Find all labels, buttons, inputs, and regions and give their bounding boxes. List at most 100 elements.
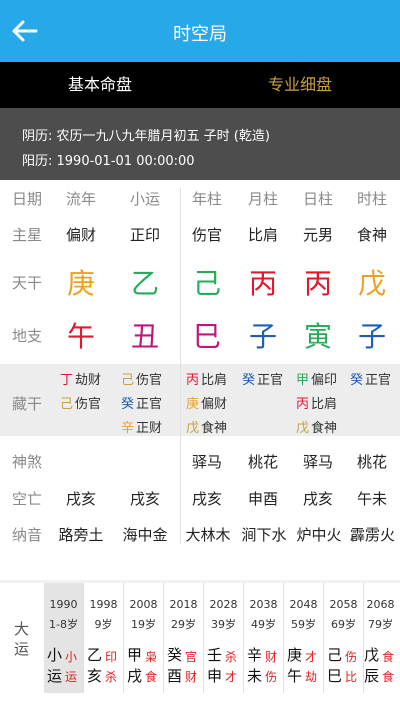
dayun-period-6[interactable]: 2038 49岁 辛未 财伤 xyxy=(244,583,283,693)
nayin-shizhu: 霹雳火 xyxy=(349,526,395,544)
dayun-age: 59岁 xyxy=(291,618,316,631)
dayun-shishen: 杀才 xyxy=(225,650,238,684)
row-label-shensha: 神煞 xyxy=(11,453,42,471)
lunar-date: 阴历: 农历一九八九年腊月初五 子时 (乾造) xyxy=(22,129,270,144)
tiangan-liunian: 庚 xyxy=(66,267,95,300)
dayun-year: 2028 xyxy=(209,598,238,611)
canggan-liunian-1: 丁劫财 xyxy=(60,373,102,388)
dayun-ganzhi: 乙亥 xyxy=(87,646,103,685)
dizhi-liunian: 午 xyxy=(66,320,95,353)
dayun-age: 79岁 xyxy=(368,618,393,631)
page-title: 时空局 xyxy=(173,24,227,45)
dizhi-rizhu: 寅 xyxy=(303,320,332,353)
dayun-period-9[interactable]: 2068 79岁 戊辰 食食 xyxy=(361,583,400,693)
canggan-yuezhu-1: 癸正官 xyxy=(242,373,284,388)
dayun-shishen: 官财 xyxy=(185,650,198,684)
zhuxing-liunian: 偏财 xyxy=(65,226,96,244)
dayun-period-5[interactable]: 2028 39岁 壬申 杀才 xyxy=(204,583,243,693)
kongwang-nianzhu: 戌亥 xyxy=(191,490,222,508)
dayun-year: 2038 xyxy=(249,598,278,611)
dayun-year: 2008 xyxy=(129,598,158,611)
bazi-grid: 日期 流年 小运 年柱 月柱 日柱 时柱 主星 偏财 正印 伤官 比肩 元男 食… xyxy=(0,180,400,580)
dayun-ganzhi: 甲戌 xyxy=(127,646,143,685)
zhuxing-rizhu: 元男 xyxy=(302,226,333,244)
birth-info-panel: 阴历: 农历一九八九年腊月初五 子时 (乾造) 阳历: 1990-01-01 0… xyxy=(0,108,400,180)
zhuxing-yuezhu: 比肩 xyxy=(247,226,278,244)
dayun-period-7[interactable]: 2048 59岁 庚午 才劫 xyxy=(284,583,323,693)
canggan-rizhu-1: 甲偏印 xyxy=(296,373,338,388)
dayun-period-8[interactable]: 2058 69岁 己巳 伤比 xyxy=(324,583,363,693)
canggan-rizhu-3: 戊食神 xyxy=(296,421,338,436)
dayun-year: 1998 xyxy=(89,598,118,611)
dayun-ganzhi: 戊辰 xyxy=(364,646,380,685)
dayun-year: 2068 xyxy=(366,598,395,611)
dizhi-yuezhu: 子 xyxy=(248,320,277,353)
dizhi-nianzhu: 巳 xyxy=(192,320,221,353)
col-header-shizhu: 时柱 xyxy=(356,190,387,208)
dayun-age: 29岁 xyxy=(171,618,196,631)
dizhi-shizhu: 子 xyxy=(357,320,386,353)
col-header-rizhu: 日柱 xyxy=(302,190,333,208)
kongwang-yuezhu: 申酉 xyxy=(247,490,278,508)
kongwang-liunian: 戌亥 xyxy=(65,490,96,508)
canggan-shizhu-1: 癸正官 xyxy=(350,373,392,388)
kongwang-shizhu: 午未 xyxy=(356,490,387,508)
zhuxing-shizhu: 食神 xyxy=(356,226,387,244)
dayun-year: 1990 xyxy=(49,598,78,611)
zhuxing-nianzhu: 伤官 xyxy=(191,226,222,244)
dayun-period-3[interactable]: 2008 19岁 甲戌 枭食 xyxy=(124,583,163,693)
solar-date: 阳历: 1990-01-01 00:00:00 xyxy=(22,154,195,169)
dayun-shishen: 小运 xyxy=(65,650,78,684)
dayun-year: 2048 xyxy=(289,598,318,611)
dayun-period-2[interactable]: 1998 9岁 乙亥 印杀 xyxy=(84,583,123,693)
dayun-panel: 大运 1990 1-8岁 小运 小运 1998 9岁 乙亥 印杀 2008 19… xyxy=(0,583,400,711)
dayun-shishen: 才劫 xyxy=(305,650,318,684)
tab-detailed-chart[interactable]: 专业细盘 xyxy=(200,62,400,108)
col-header-date: 日期 xyxy=(11,190,42,208)
dayun-period-1[interactable]: 1990 1-8岁 小运 小运 xyxy=(44,583,83,693)
dayun-year: 2018 xyxy=(169,598,198,611)
dayun-ganzhi: 小运 xyxy=(47,646,63,685)
tiangan-nianzhu: 己 xyxy=(192,267,221,300)
row-label-nayin: 纳音 xyxy=(11,526,42,544)
canggan-nianzhu-1: 丙比肩 xyxy=(186,373,228,388)
tab-bar: 基本命盘 专业细盘 xyxy=(0,62,400,108)
shensha-rizhu: 驿马 xyxy=(302,453,333,471)
app-header: 时空局 xyxy=(0,0,400,62)
column-divider xyxy=(180,188,181,544)
canggan-xiaoyun-3: 辛正财 xyxy=(121,421,163,436)
dayun-period-4[interactable]: 2018 29岁 癸酉 官财 xyxy=(164,583,203,693)
row-label-dizhi: 地支 xyxy=(11,327,42,345)
shensha-shizhu: 桃花 xyxy=(356,453,387,471)
tab-basic-chart[interactable]: 基本命盘 xyxy=(0,62,200,108)
dayun-ganzhi: 癸酉 xyxy=(167,646,183,685)
dayun-age: 39岁 xyxy=(211,618,236,631)
kongwang-xiaoyun: 戌亥 xyxy=(129,490,160,508)
shensha-nianzhu: 驿马 xyxy=(191,453,222,471)
shensha-yuezhu: 桃花 xyxy=(247,453,278,471)
nayin-yuezhu: 涧下水 xyxy=(241,526,287,544)
nayin-nianzhu: 大林木 xyxy=(185,526,231,544)
dayun-label: 大运 xyxy=(0,583,44,693)
tiangan-shizhu: 戊 xyxy=(357,267,386,300)
nayin-xiaoyun: 海中金 xyxy=(122,526,168,544)
dayun-shishen: 财伤 xyxy=(265,650,278,684)
tiangan-rizhu: 丙 xyxy=(303,267,332,300)
nayin-liunian: 路旁土 xyxy=(58,526,104,544)
dayun-age: 19岁 xyxy=(131,618,156,631)
dayun-age: 49岁 xyxy=(251,618,276,631)
row-label-kongwang: 空亡 xyxy=(11,490,42,508)
canggan-nianzhu-2: 庚偏财 xyxy=(186,397,228,412)
dayun-shishen: 印杀 xyxy=(105,650,118,684)
dayun-year: 2058 xyxy=(329,598,358,611)
dayun-ganzhi: 辛未 xyxy=(247,646,263,685)
zhuxing-xiaoyun: 正印 xyxy=(129,226,160,244)
dayun-shishen: 食食 xyxy=(382,650,395,684)
dayun-shishen: 伤比 xyxy=(345,650,358,684)
canggan-rizhu-2: 丙比肩 xyxy=(296,397,338,412)
canggan-xiaoyun-2: 癸正官 xyxy=(121,397,163,412)
dayun-age: 9岁 xyxy=(94,618,113,631)
dayun-ganzhi: 己巳 xyxy=(327,646,343,685)
row-label-tiangan: 天干 xyxy=(11,274,42,292)
canggan-xiaoyun-1: 己伤官 xyxy=(121,373,163,388)
